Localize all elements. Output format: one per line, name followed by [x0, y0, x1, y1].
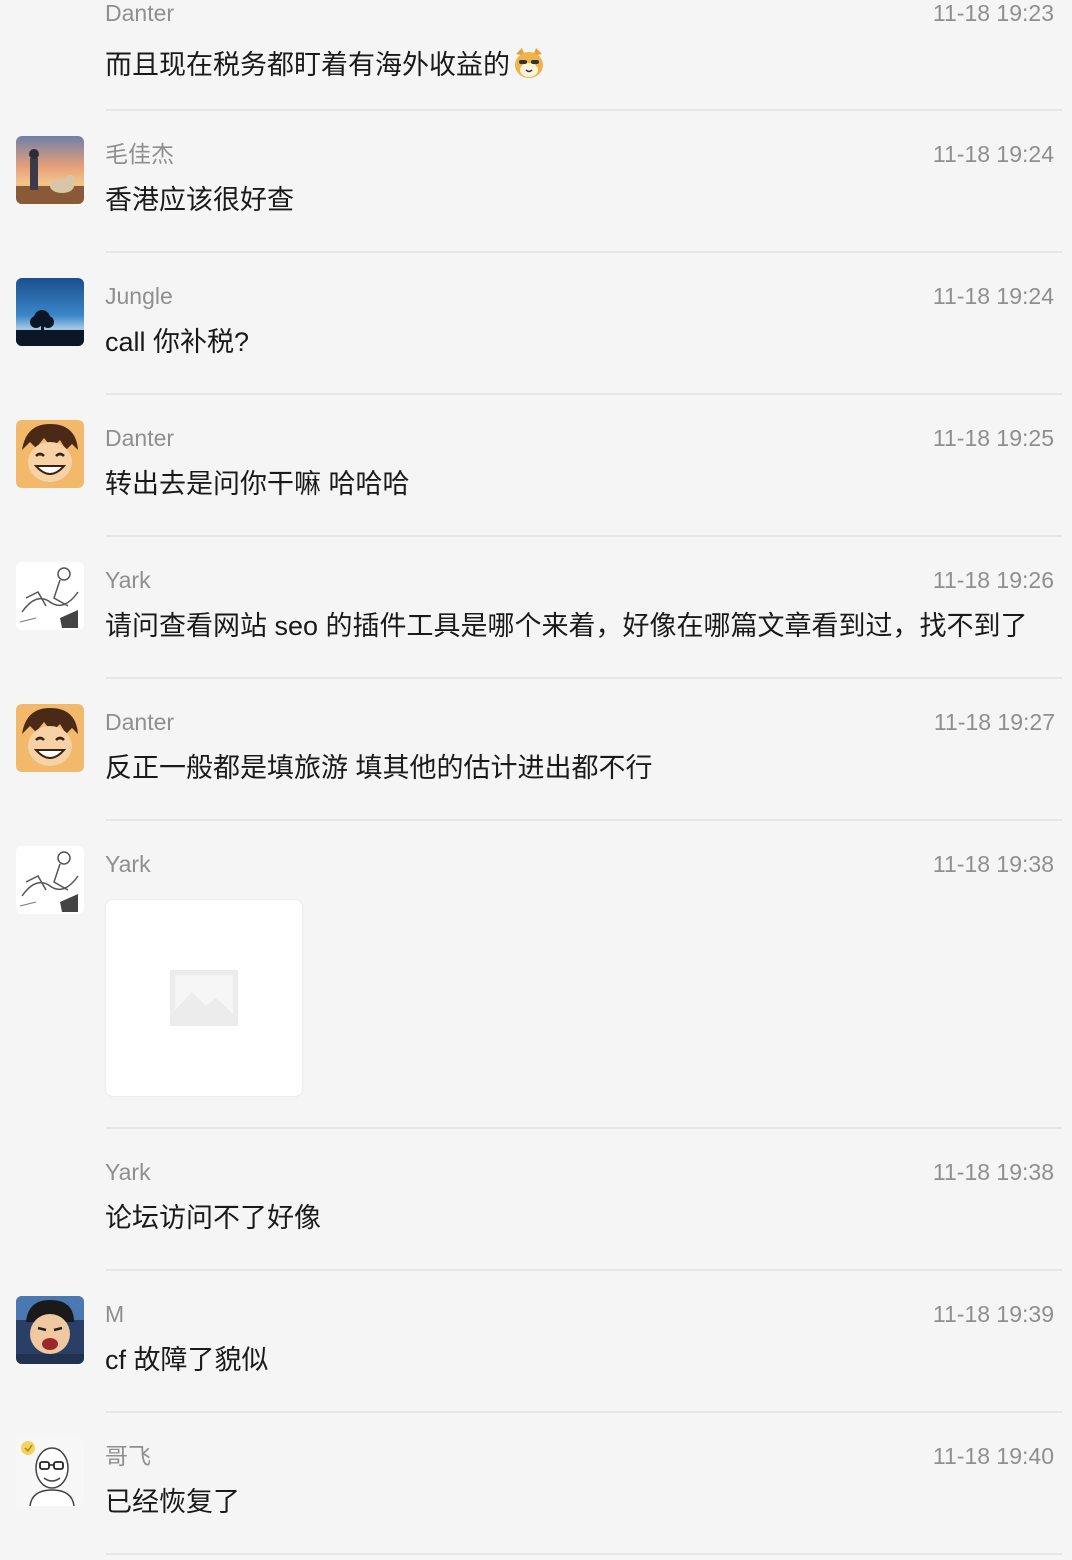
message-timestamp: 11-18 19:25: [932, 425, 1054, 451]
message-timestamp: 11-18 19:23: [932, 0, 1054, 26]
message-text[interactable]: 反正一般都是填旅游 填其他的估计进出都不行: [105, 755, 653, 782]
message-timestamp: 11-18 19:27: [933, 709, 1055, 735]
message-timestamp: 11-18 19:38: [932, 1159, 1054, 1185]
message-divider: [106, 1127, 1062, 1129]
sender-name[interactable]: Jungle: [105, 285, 173, 308]
message-timestamp: 11-18 19:40: [932, 1443, 1054, 1469]
message-divider: [106, 1553, 1062, 1555]
message-timestamp: 11-18 19:24: [932, 141, 1054, 167]
sketch-drawing-avatar[interactable]: [16, 562, 84, 630]
message-text[interactable]: 已经恢复了: [105, 1489, 240, 1516]
image-message[interactable]: [105, 899, 303, 1097]
message-divider: [106, 819, 1062, 821]
smiling-anime-boy-avatar[interactable]: [16, 704, 84, 772]
sender-name[interactable]: M: [105, 1303, 124, 1326]
message-timestamp: 11-18 19:24: [932, 283, 1054, 309]
message-divider: [106, 535, 1062, 537]
sender-name[interactable]: Yark: [105, 1161, 151, 1184]
message-divider: [106, 1269, 1062, 1271]
tree-at-dusk-avatar[interactable]: [16, 278, 84, 346]
message-timestamp: 11-18 19:26: [932, 567, 1054, 593]
sender-name[interactable]: 哥飞: [105, 1445, 151, 1468]
image-placeholder-icon: [170, 970, 238, 1026]
message-text[interactable]: 转出去是问你干嘛 哈哈哈: [105, 471, 410, 498]
sender-name[interactable]: Danter: [105, 2, 174, 25]
message-divider: [106, 393, 1062, 395]
message-divider: [106, 251, 1062, 253]
sender-name[interactable]: Yark: [105, 853, 151, 876]
message-divider: [106, 677, 1062, 679]
bald-man-with-glasses-avatar[interactable]: [16, 1438, 84, 1506]
sender-name[interactable]: 毛佳杰: [105, 143, 174, 166]
message-text[interactable]: 请问查看网站 seo 的插件工具是哪个来着，好像在哪篇文章看到过，找不到了: [105, 613, 1028, 640]
boy-with-dog-sunset-avatar[interactable]: [16, 136, 84, 204]
laughing-child-avatar[interactable]: [16, 1296, 84, 1364]
message-divider: [106, 1411, 1062, 1413]
smiling-anime-boy-avatar[interactable]: [16, 420, 84, 488]
sender-name[interactable]: Danter: [105, 427, 174, 450]
message-divider: [106, 109, 1062, 111]
message-timestamp: 11-18 19:38: [932, 851, 1054, 877]
message-text[interactable]: 香港应该很好查: [105, 187, 294, 214]
message-timestamp: 11-18 19:39: [932, 1301, 1054, 1327]
sender-name[interactable]: Yark: [105, 569, 151, 592]
message-text[interactable]: cf 故障了貌似: [105, 1347, 269, 1374]
cat-face-emoji-icon: [512, 46, 546, 85]
message-text[interactable]: call 你补税?: [105, 329, 249, 356]
message-text[interactable]: 而且现在税务都盯着有海外收益的: [105, 46, 546, 85]
sender-name[interactable]: Danter: [105, 711, 174, 734]
sketch-drawing-avatar[interactable]: [16, 846, 84, 914]
message-text[interactable]: 论坛访问不了好像: [105, 1205, 321, 1232]
